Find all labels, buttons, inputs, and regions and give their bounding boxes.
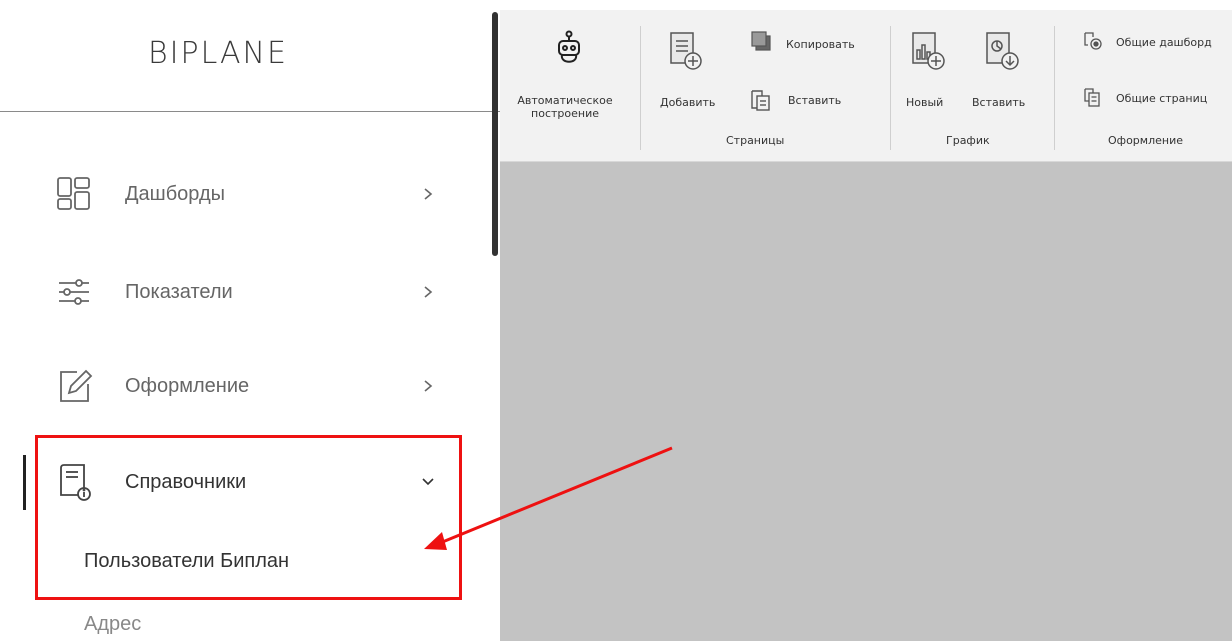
new-chart-button[interactable]: Новый xyxy=(906,96,943,109)
sidebar: BIPLANE Дашборды Показатели Оформление С… xyxy=(0,0,500,641)
chevron-right-icon xyxy=(418,376,438,396)
sidebar-item-label: Дашборды xyxy=(125,182,225,205)
sliders-icon xyxy=(54,272,94,312)
new-chart-icon[interactable] xyxy=(910,30,948,77)
logo-divider xyxy=(0,111,500,112)
robot-icon[interactable] xyxy=(554,30,584,75)
copy-icon[interactable] xyxy=(750,30,772,57)
sidebar-item-label: Показатели xyxy=(125,280,233,303)
paste-chart-button[interactable]: Вставить xyxy=(972,96,1025,109)
auto-build-label-2: построение xyxy=(531,107,599,120)
group-label-design: Оформление xyxy=(1108,134,1183,147)
auto-build-button[interactable]: Автоматическое построение xyxy=(500,94,630,120)
paste-chart-icon[interactable] xyxy=(984,30,1022,77)
sidebar-item-indicators[interactable]: Показатели xyxy=(0,262,480,322)
workspace-canvas[interactable] xyxy=(500,162,1232,641)
ribbon-toolbar: Автоматическое построение Добавить Копир… xyxy=(500,10,1232,162)
top-strip xyxy=(500,0,1232,10)
group-separator xyxy=(890,26,891,150)
shared-pages-icon[interactable] xyxy=(1082,86,1104,113)
shared-dashboards-icon[interactable] xyxy=(1082,30,1104,57)
sidebar-item-label: Оформление xyxy=(125,374,250,397)
sidebar-scrollbar[interactable] xyxy=(492,12,498,256)
auto-build-label-1: Автоматическое xyxy=(517,94,613,107)
group-label-chart: График xyxy=(946,134,990,147)
dashboard-grid-icon xyxy=(54,174,94,214)
sidebar-item-design[interactable]: Оформление xyxy=(0,356,480,416)
chevron-right-icon xyxy=(418,282,438,302)
group-label-pages: Страницы xyxy=(726,134,785,147)
add-page-button[interactable]: Добавить xyxy=(660,96,715,109)
group-separator xyxy=(1054,26,1055,150)
paste-icon[interactable] xyxy=(748,88,772,117)
paste-page-button[interactable]: Вставить xyxy=(788,94,841,107)
shared-dashboards-button[interactable]: Общие дашборд xyxy=(1116,36,1212,49)
chevron-right-icon xyxy=(418,184,438,204)
group-separator xyxy=(640,26,641,150)
add-page-icon[interactable] xyxy=(668,30,706,77)
sidebar-subitem-address[interactable]: Адрес xyxy=(84,613,141,636)
shared-pages-button[interactable]: Общие страниц xyxy=(1116,92,1207,105)
sidebar-item-dashboards[interactable]: Дашборды xyxy=(0,164,480,224)
highlight-box xyxy=(35,435,462,600)
copy-page-button[interactable]: Копировать xyxy=(786,38,855,51)
edit-icon xyxy=(54,366,94,406)
app-logo: BIPLANE xyxy=(148,36,288,71)
